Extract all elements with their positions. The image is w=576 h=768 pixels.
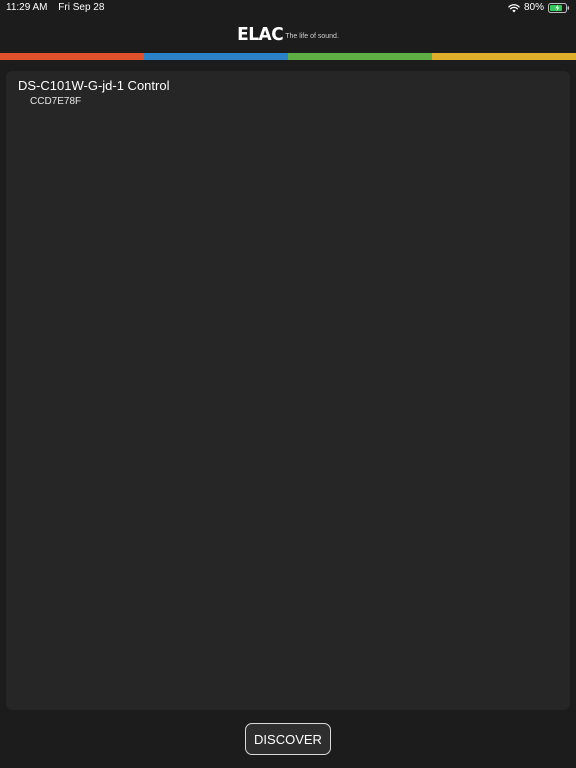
device-list-item[interactable]: DS-C101W-G-jd-1 Control CCD7E78F xyxy=(6,71,570,111)
stripe-blue xyxy=(144,53,288,60)
wifi-icon xyxy=(508,3,520,12)
status-date: Fri Sep 28 xyxy=(58,2,105,13)
brand-tagline: The life of sound. xyxy=(285,33,339,40)
device-name: DS-C101W-G-jd-1 Control xyxy=(18,78,170,93)
color-stripe xyxy=(0,53,576,60)
brand-header: ELAC The life of sound. xyxy=(0,24,576,46)
elac-logo: ELAC xyxy=(237,24,284,46)
device-id: CCD7E78F xyxy=(30,96,82,107)
stripe-yellow xyxy=(432,53,576,60)
battery-percent: 80% xyxy=(523,2,544,13)
status-bar: 11:29 AM Fri Sep 28 80% xyxy=(0,0,576,16)
stripe-orange xyxy=(0,53,144,60)
device-list: DS-C101W-G-jd-1 Control CCD7E78F xyxy=(6,71,570,710)
stripe-green xyxy=(288,53,432,60)
battery-charging-icon xyxy=(548,2,570,13)
status-time: 11:29 AM xyxy=(6,2,48,13)
discover-button[interactable]: DISCOVER xyxy=(245,723,331,755)
status-left: 11:29 AM Fri Sep 28 xyxy=(6,2,104,13)
status-right: 80% xyxy=(508,2,570,13)
